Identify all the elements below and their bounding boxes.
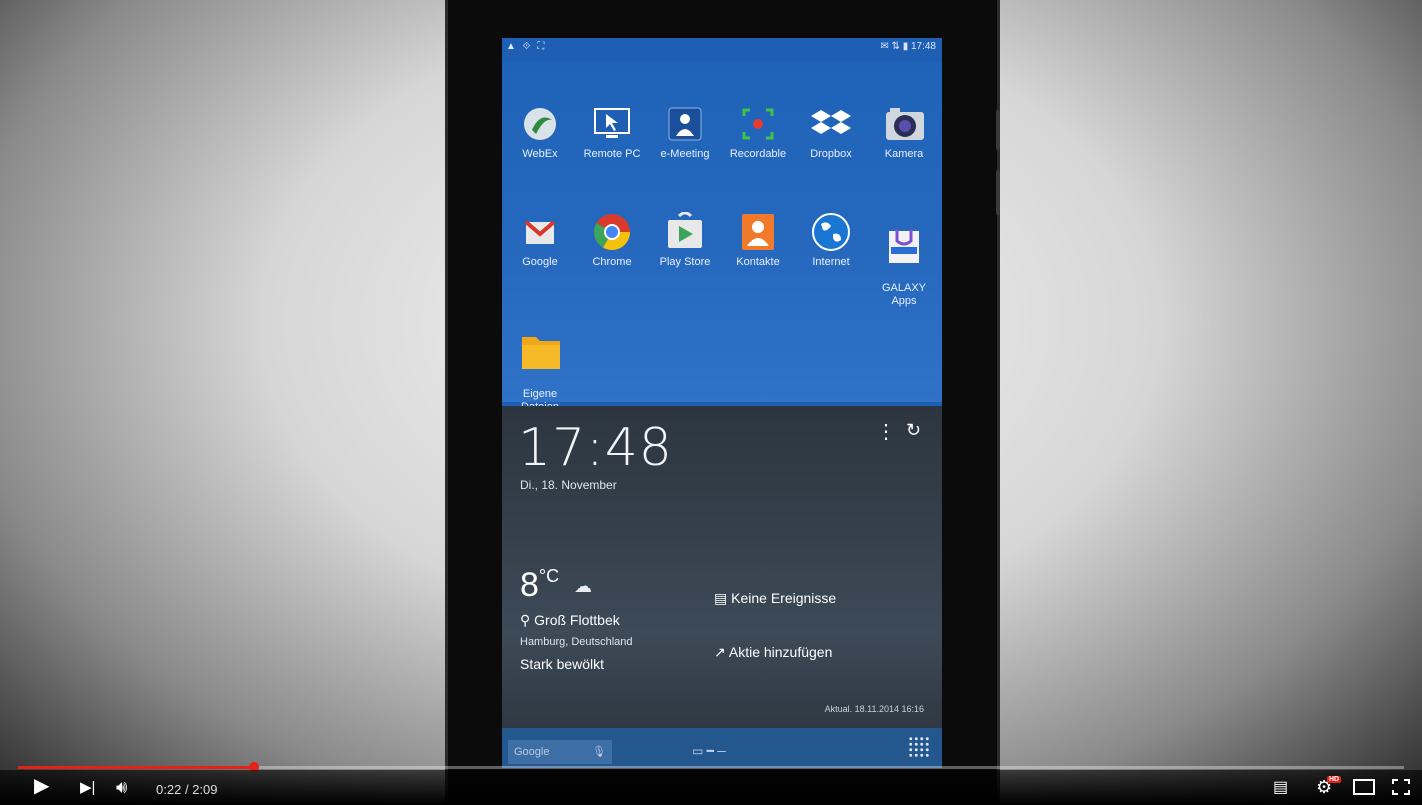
play-icon[interactable]: ▶ <box>34 776 49 796</box>
app-webex[interactable]: WebEx <box>504 104 576 161</box>
app-label: WebEx <box>522 148 558 160</box>
google-search-placeholder: Google <box>514 746 550 758</box>
app-label: GALAXY Apps <box>881 282 927 307</box>
dropbox-icon <box>811 104 851 144</box>
internet-icon <box>811 212 851 252</box>
app-recordable[interactable]: Recordable <box>722 104 794 161</box>
app-label: Kamera <box>884 148 924 160</box>
page-indicator: ▭ ━ ─ <box>692 744 726 758</box>
hd-badge: HD <box>1327 776 1342 783</box>
app-dropbox[interactable]: Dropbox <box>795 104 867 161</box>
chrome-icon <box>592 212 632 252</box>
power-button <box>996 170 1000 215</box>
app-drawer-icon[interactable] <box>908 736 930 758</box>
progress-played[interactable] <box>18 766 254 769</box>
status-icons-left: ▲ ⟐ ⛶ <box>506 41 547 52</box>
duration: 2:09 <box>192 782 218 797</box>
events-label: Keine Ereignisse <box>731 590 837 606</box>
weather-temperature: 8°C <box>520 566 559 605</box>
events-item[interactable]: ▤ Keine Ereignisse <box>714 590 836 607</box>
stock-item[interactable]: ↗ Aktie hinzufügen <box>714 644 832 661</box>
app-label: e-Meeting <box>660 148 710 160</box>
volume-button <box>996 110 1000 150</box>
app-remote-pc[interactable]: Remote PC <box>576 104 648 161</box>
tablet-screen: ▲ ⟐ ⛶ ✉ ⇅ ▮ 17:48 WebEx Remote PC e-Meet… <box>502 38 942 768</box>
remote-pc-icon <box>592 104 632 144</box>
widget-date: Di., 18. November <box>520 478 617 492</box>
time-display: 0:22 / 2:09 <box>156 782 218 797</box>
status-bar: ▲ ⟐ ⛶ ✉ ⇅ ▮ 17:48 <box>502 38 942 56</box>
app-eigene-dateien[interactable]: Eigene Dateien <box>504 318 576 414</box>
google-search-bar[interactable]: Google 🎙 <box>508 740 612 764</box>
camera-icon <box>884 104 924 144</box>
widget-updated: Aktual. 18.11.2014 16:16 <box>824 704 924 714</box>
volume-icon[interactable]: 🔊︎ <box>116 778 127 796</box>
app-label: Dropbox <box>810 148 852 160</box>
app-label: Google <box>522 256 558 268</box>
webex-icon <box>520 104 560 144</box>
weather-region: Hamburg, Deutschland <box>520 636 633 648</box>
refresh-icon[interactable]: ↻ <box>906 420 921 441</box>
app-label: Kontakte <box>736 256 780 268</box>
theater-mode-icon[interactable] <box>1353 779 1375 798</box>
folder-icon <box>520 331 560 371</box>
app-e-meeting[interactable]: e-Meeting <box>649 104 721 161</box>
next-icon[interactable]: ▶︎| <box>80 779 95 797</box>
app-label: Chrome <box>592 256 632 268</box>
app-chrome[interactable]: Chrome <box>576 212 648 269</box>
location-label: Groß Flottbek <box>534 612 620 628</box>
cloud-icon: ☁ <box>574 576 592 596</box>
stock-chart-icon: ↗ <box>714 644 726 660</box>
recordable-icon <box>738 104 778 144</box>
subtitles-icon[interactable]: ▤ <box>1273 779 1288 797</box>
home-dock: Google 🎙 ▭ ━ ─ <box>502 728 942 768</box>
current-time: 0:22 <box>156 782 182 797</box>
widget-clock: 17:48 <box>518 418 673 478</box>
galaxy-apps-icon <box>884 225 924 265</box>
weather-condition: Stark bewölkt <box>520 656 605 672</box>
app-play-store[interactable]: Play Store <box>649 212 721 269</box>
status-icons-right: ✉ ⇅ ▮ 17:48 <box>880 41 936 52</box>
contacts-icon <box>738 212 778 252</box>
video-frame[interactable]: ▲ ⟐ ⛶ ✉ ⇅ ▮ 17:48 WebEx Remote PC e-Meet… <box>0 0 1422 805</box>
stock-label: Aktie hinzufügen <box>728 644 833 660</box>
app-grid: WebEx Remote PC e-Meeting Recordable Dro… <box>502 62 942 413</box>
app-label: Play Store <box>659 256 711 268</box>
player-controls: ▶ ▶︎| 🔊︎ 0:22 / 2:09 ▤ ⚙ HD <box>0 770 1422 805</box>
weather-location: ⚲ Groß Flottbek <box>520 612 620 629</box>
fullscreen-icon[interactable] <box>1392 779 1410 798</box>
play-store-icon <box>665 212 705 252</box>
app-galaxy-apps[interactable]: GALAXY Apps <box>868 212 940 308</box>
app-label: Remote PC <box>583 148 641 160</box>
app-kamera[interactable]: Kamera <box>868 104 940 161</box>
clock-weather-widget[interactable]: 17:48 Di., 18. November ⋮ ↻ 8°C ☁ ⚲ Groß… <box>502 406 942 728</box>
app-internet[interactable]: Internet <box>795 212 867 269</box>
temp-value: 8 <box>520 566 539 604</box>
more-vert-icon[interactable]: ⋮ <box>876 422 896 442</box>
app-label: Internet <box>812 256 850 268</box>
app-label: Recordable <box>729 148 787 160</box>
e-meeting-icon <box>665 104 705 144</box>
calendar-icon: ▤ <box>714 590 728 606</box>
time-separator: / <box>184 782 189 797</box>
app-kontakte[interactable]: Kontakte <box>722 212 794 269</box>
app-google[interactable]: Google <box>504 212 576 269</box>
location-pin-icon: ⚲ <box>520 612 531 628</box>
temp-unit: °C <box>538 566 560 586</box>
microphone-icon[interactable]: 🎙 <box>592 740 606 764</box>
google-mail-icon <box>520 212 560 252</box>
